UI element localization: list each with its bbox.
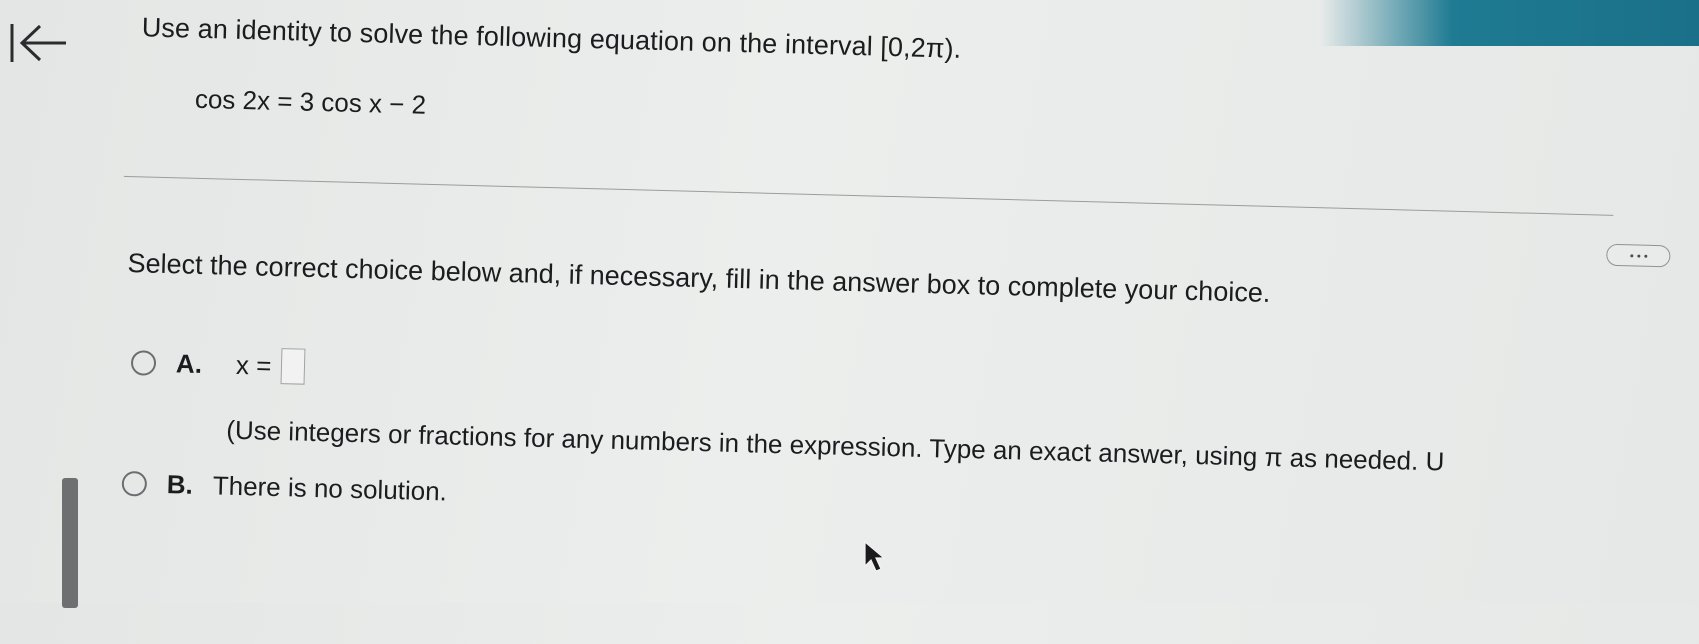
mouse-pointer-icon — [862, 540, 890, 574]
answer-input[interactable] — [280, 348, 306, 385]
more-options-icon — [1629, 253, 1633, 257]
more-options-button[interactable] — [1606, 243, 1671, 268]
instruction-text: Select the correct choice below and, if … — [127, 248, 1271, 308]
choice-b-letter: B. — [166, 469, 194, 500]
question-prompt: Use an identity to solve the following e… — [141, 12, 962, 64]
choice-a-radio[interactable] — [130, 349, 157, 376]
more-options-icon — [1636, 254, 1640, 258]
more-options-icon — [1643, 254, 1647, 258]
choice-a[interactable]: A. x = — [130, 344, 306, 385]
choice-a-letter: A. — [175, 347, 203, 379]
equation: cos 2x = 3 cos x − 2 — [194, 83, 427, 120]
choice-a-hint: (Use integers or fractions for any numbe… — [225, 414, 1445, 477]
divider — [123, 175, 1614, 216]
choice-b[interactable]: B. There is no solution. — [121, 468, 447, 508]
choice-a-expression: x = — [235, 349, 272, 381]
question-panel: Use an identity to solve the following e… — [0, 0, 1699, 644]
choice-b-text: There is no solution. — [212, 470, 448, 507]
choice-b-radio[interactable] — [121, 470, 148, 497]
